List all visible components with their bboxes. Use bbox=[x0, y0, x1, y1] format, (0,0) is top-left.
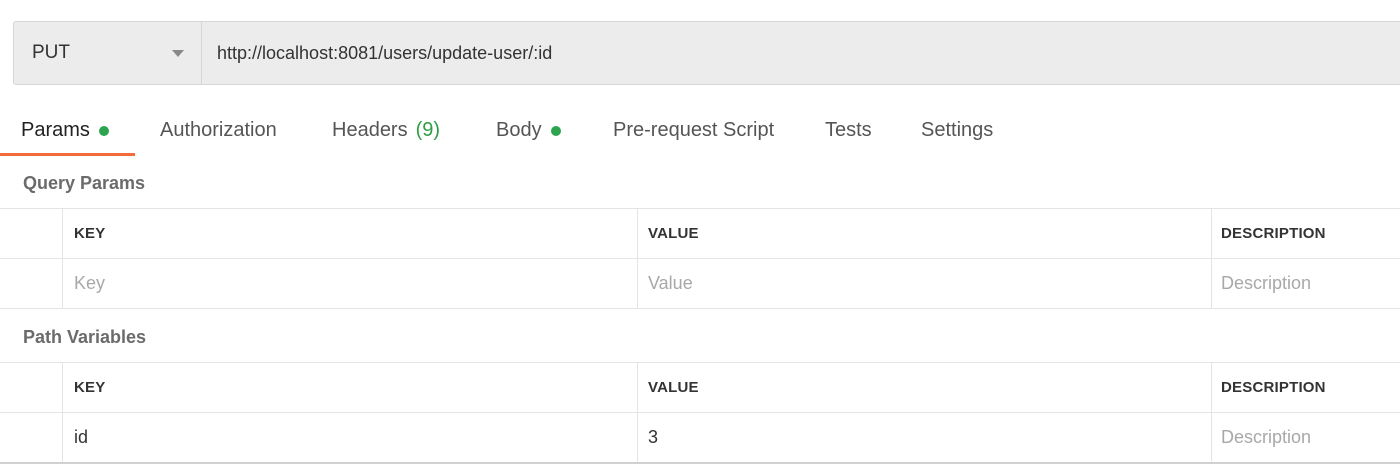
headers-count-badge: (9) bbox=[415, 119, 441, 141]
path-variables-title: Path Variables bbox=[23, 327, 147, 347]
row-checkbox-cell bbox=[0, 413, 62, 462]
url-input[interactable]: http://localhost:8081/users/update-user/… bbox=[202, 22, 1400, 84]
tab-authorization[interactable]: Authorization bbox=[160, 105, 277, 156]
key-column-header: KEY bbox=[62, 363, 637, 412]
query-params-title: Query Params bbox=[23, 173, 146, 193]
description-column-header: DESCRIPTION bbox=[1211, 363, 1400, 412]
row-checkbox-column bbox=[0, 363, 62, 412]
tab-settings[interactable]: Settings bbox=[921, 105, 993, 156]
query-params-table: KEY VALUE DESCRIPTION Key Value Descript… bbox=[0, 208, 1400, 309]
table-header-row: KEY VALUE DESCRIPTION bbox=[0, 363, 1400, 413]
panel-bottom-divider bbox=[0, 462, 1400, 464]
method-select[interactable]: PUT bbox=[14, 22, 202, 84]
table-row: Key Value Description bbox=[0, 259, 1400, 309]
chevron-down-icon bbox=[172, 49, 184, 57]
table-header-row: KEY VALUE DESCRIPTION bbox=[0, 209, 1400, 259]
row-checkbox-cell bbox=[0, 259, 62, 308]
tab-params[interactable]: Params bbox=[21, 105, 109, 156]
method-label: PUT bbox=[32, 42, 70, 63]
description-input[interactable]: Description bbox=[1211, 259, 1400, 308]
value-input[interactable]: Value bbox=[637, 259, 1211, 308]
description-column-header: DESCRIPTION bbox=[1211, 209, 1400, 258]
path-variable-key: id bbox=[62, 413, 637, 462]
tab-params-label: Params bbox=[21, 119, 90, 141]
path-variable-value-input[interactable]: 3 bbox=[637, 413, 1211, 462]
path-variables-table: KEY VALUE DESCRIPTION id 3 Description bbox=[0, 362, 1400, 463]
tab-tests[interactable]: Tests bbox=[825, 105, 872, 156]
tab-body[interactable]: Body bbox=[496, 105, 561, 156]
tab-headers-label: Headers bbox=[332, 119, 408, 141]
table-row: id 3 Description bbox=[0, 413, 1400, 463]
body-status-dot-icon bbox=[550, 125, 561, 136]
tab-body-label: Body bbox=[496, 119, 542, 141]
tab-tests-label: Tests bbox=[825, 119, 872, 141]
request-bar: PUT http://localhost:8081/users/update-u… bbox=[13, 21, 1400, 85]
tab-pre-request-script[interactable]: Pre-request Script bbox=[613, 105, 774, 156]
tab-authorization-label: Authorization bbox=[160, 119, 277, 141]
key-input[interactable]: Key bbox=[62, 259, 637, 308]
tab-settings-label: Settings bbox=[921, 119, 994, 141]
key-column-header: KEY bbox=[62, 209, 637, 258]
row-checkbox-column bbox=[0, 209, 62, 258]
params-status-dot-icon bbox=[98, 125, 109, 136]
description-input[interactable]: Description bbox=[1211, 413, 1400, 462]
tab-pre-request-script-label: Pre-request Script bbox=[613, 119, 775, 141]
url-text: http://localhost:8081/users/update-user/… bbox=[217, 42, 553, 63]
value-column-header: VALUE bbox=[637, 363, 1211, 412]
value-column-header: VALUE bbox=[637, 209, 1211, 258]
request-tabs: Params Authorization Headers (9) Body Pr… bbox=[0, 105, 1400, 156]
active-tab-underline bbox=[0, 153, 135, 156]
tab-headers[interactable]: Headers (9) bbox=[332, 105, 440, 156]
